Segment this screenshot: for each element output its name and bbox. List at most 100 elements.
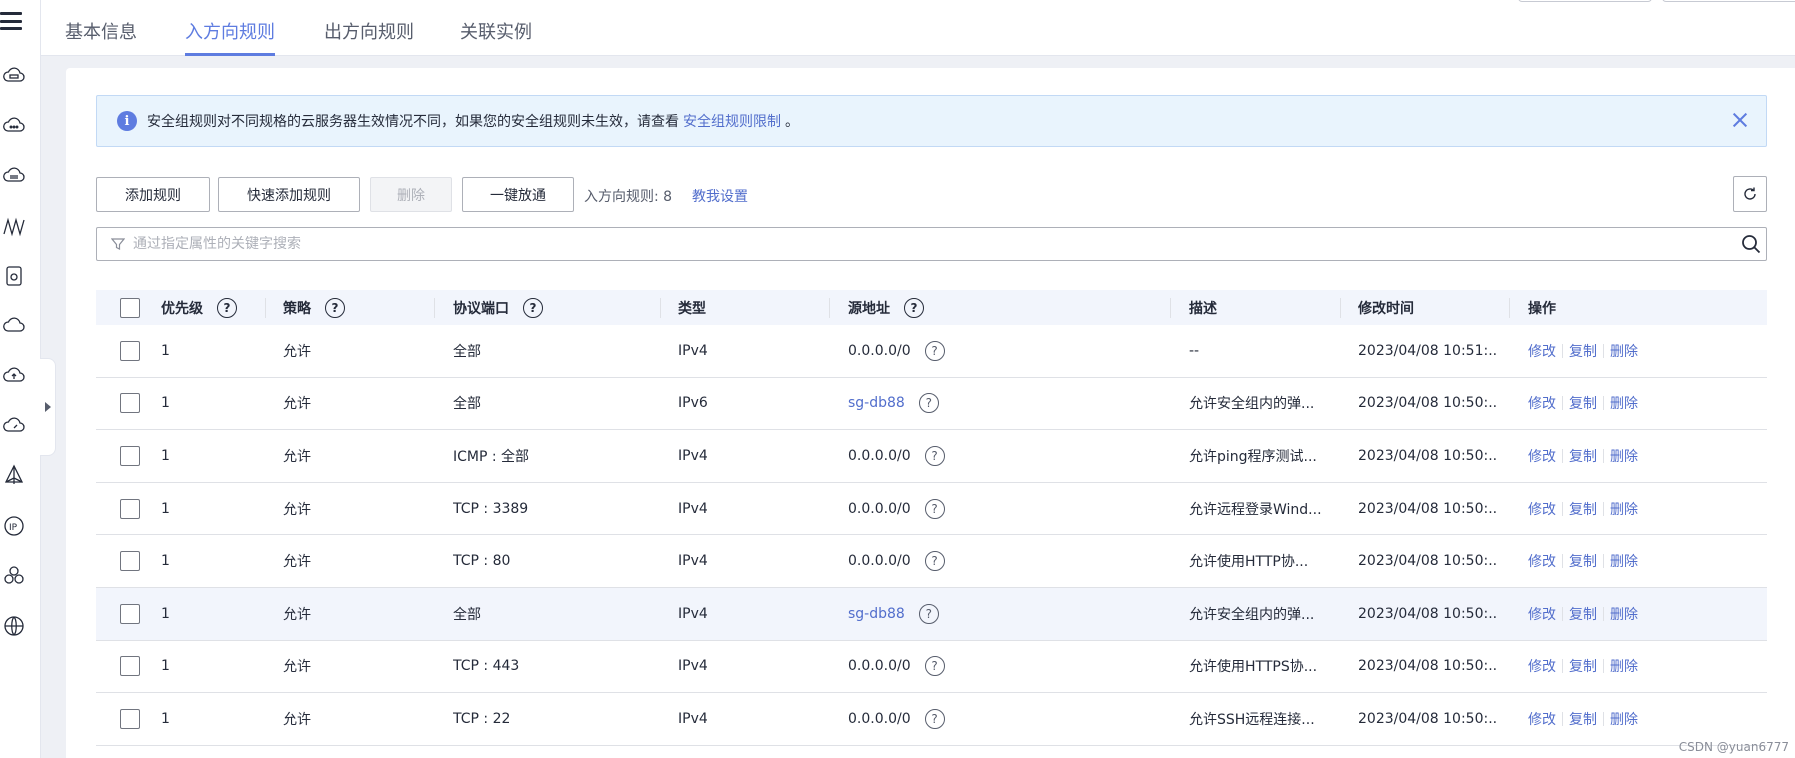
cell-policy: 允许 [283,659,311,676]
tab-inbound-rules[interactable]: 入方向规则 [185,18,275,56]
cell-modified-time: 2023/04/08 10:50:... [1358,395,1498,412]
notice-link[interactable]: 安全组规则限制 [683,111,781,131]
vpn-icon[interactable] [2,464,26,488]
row-checkbox[interactable] [120,498,140,519]
notice-suffix: 。 [785,114,799,130]
menu-icon[interactable] [0,10,22,32]
source-help-icon[interactable]: ? [924,498,945,519]
cell-priority: 1 [161,447,170,464]
edit-link[interactable]: 修改 [1528,604,1556,624]
source-help-icon[interactable]: ? [924,551,945,572]
row-checkbox[interactable] [120,708,140,729]
protocol-port-help-icon[interactable]: ? [523,297,543,318]
source-help-icon[interactable]: ? [924,340,945,361]
cell-modified-time: 2023/04/08 10:50:... [1358,500,1498,517]
delete-link[interactable]: 删除 [1610,656,1638,676]
header-policy: 策略 [283,300,311,317]
source-help-icon[interactable]: ? [924,708,945,729]
cell-modified-time: 2023/04/08 10:50:... [1358,447,1498,464]
edit-link[interactable]: 修改 [1528,341,1556,361]
edit-link[interactable]: 修改 [1528,446,1556,466]
delete-link[interactable]: 删除 [1610,341,1638,361]
delete-link[interactable]: 删除 [1610,499,1638,519]
table-header: 优先级 ? 策略 ? 协议端口 ? 类型 源地址 ? 描述 修改时间 操作 [96,290,1767,325]
tab-basic-info[interactable]: 基本信息 [65,18,137,56]
cell-description: 允许SSH远程连接... [1189,711,1315,728]
cell-protocol-port: ICMP : 全部 [453,448,530,465]
edit-link[interactable]: 修改 [1528,656,1556,676]
search-input[interactable] [133,236,1740,252]
cluster-icon[interactable] [2,564,26,588]
top-action-button-2[interactable] [1662,0,1795,2]
cloud-upload-icon[interactable] [2,364,26,388]
select-all-checkbox[interactable] [120,297,140,318]
edit-link[interactable]: 修改 [1528,709,1556,729]
row-checkbox[interactable] [120,656,140,677]
policy-help-icon[interactable]: ? [325,297,345,318]
cell-source: 0.0.0.0/0 [848,447,911,464]
network-wave-icon[interactable] [2,214,26,238]
cloud-speed-icon[interactable] [2,414,26,438]
cell-type: IPv4 [678,500,708,517]
copy-link[interactable]: 复制 [1569,341,1597,361]
globe-icon[interactable] [2,614,26,638]
add-rule-button[interactable]: 添加规则 [96,177,210,212]
top-action-button-1[interactable] [1518,0,1652,2]
cell-priority: 1 [161,500,170,517]
quick-add-rule-button[interactable]: 快速添加规则 [218,177,360,212]
cloud-more-icon[interactable] [2,114,26,138]
source-help-icon[interactable]: ? [918,393,939,414]
source-help-icon[interactable]: ? [924,656,945,677]
cell-protocol-port: 全部 [453,606,481,623]
cloud-storage-icon[interactable] [2,164,26,188]
cell-type: IPv6 [678,395,708,412]
source-help-icon[interactable]: ? [924,445,945,466]
sidebar-collapse-toggle[interactable] [40,358,56,456]
delete-link[interactable]: 删除 [1610,604,1638,624]
copy-link[interactable]: 复制 [1569,709,1597,729]
cell-source[interactable]: sg-db88 [848,395,905,411]
copy-link[interactable]: 复制 [1569,446,1597,466]
priority-help-icon[interactable]: ? [217,297,237,318]
info-icon: i [117,111,137,131]
delete-link[interactable]: 删除 [1610,551,1638,571]
row-checkbox[interactable] [120,340,140,361]
refresh-button[interactable] [1733,176,1767,212]
table-row: 1 允许 TCP : 3389 IPv4 0.0.0.0/0 ? 允许远程登录W… [96,483,1767,536]
table-row: 1 允许 全部 IPv4 sg-db88 ? 允许安全组内的弹... 2023/… [96,587,1767,641]
source-help-icon[interactable]: ? [918,603,939,624]
copy-link[interactable]: 复制 [1569,551,1597,571]
copy-link[interactable]: 复制 [1569,393,1597,413]
search-icon[interactable] [1740,233,1762,255]
delete-button[interactable]: 删除 [370,177,452,212]
one-click-allow-button[interactable]: 一键放通 [462,177,574,212]
edit-link[interactable]: 修改 [1528,499,1556,519]
copy-link[interactable]: 复制 [1569,499,1597,519]
cell-type: IPv4 [678,658,708,675]
edit-link[interactable]: 修改 [1528,551,1556,571]
copy-link[interactable]: 复制 [1569,656,1597,676]
cell-priority: 1 [161,605,170,622]
cloud-server-icon[interactable] [2,64,26,88]
cell-source[interactable]: sg-db88 [848,606,905,622]
cloud-icon[interactable] [2,314,26,338]
disk-icon[interactable] [2,264,26,288]
tab-associated-instances[interactable]: 关联实例 [460,18,532,56]
ip-icon[interactable]: IP [2,514,26,538]
teach-me-link[interactable]: 教我设置 [692,186,748,206]
row-checkbox[interactable] [120,445,140,466]
row-checkbox[interactable] [120,603,140,624]
close-icon[interactable] [1730,110,1750,130]
delete-link[interactable]: 删除 [1610,393,1638,413]
left-sidebar: IP [0,0,41,758]
cell-policy: 允许 [283,343,311,360]
delete-link[interactable]: 删除 [1610,446,1638,466]
source-help-icon[interactable]: ? [904,297,924,318]
tab-outbound-rules[interactable]: 出方向规则 [324,18,414,56]
row-checkbox[interactable] [120,393,140,414]
row-checkbox[interactable] [120,551,140,572]
delete-link[interactable]: 删除 [1610,709,1638,729]
copy-link[interactable]: 复制 [1569,604,1597,624]
edit-link[interactable]: 修改 [1528,393,1556,413]
cell-source: 0.0.0.0/0 [848,710,911,727]
